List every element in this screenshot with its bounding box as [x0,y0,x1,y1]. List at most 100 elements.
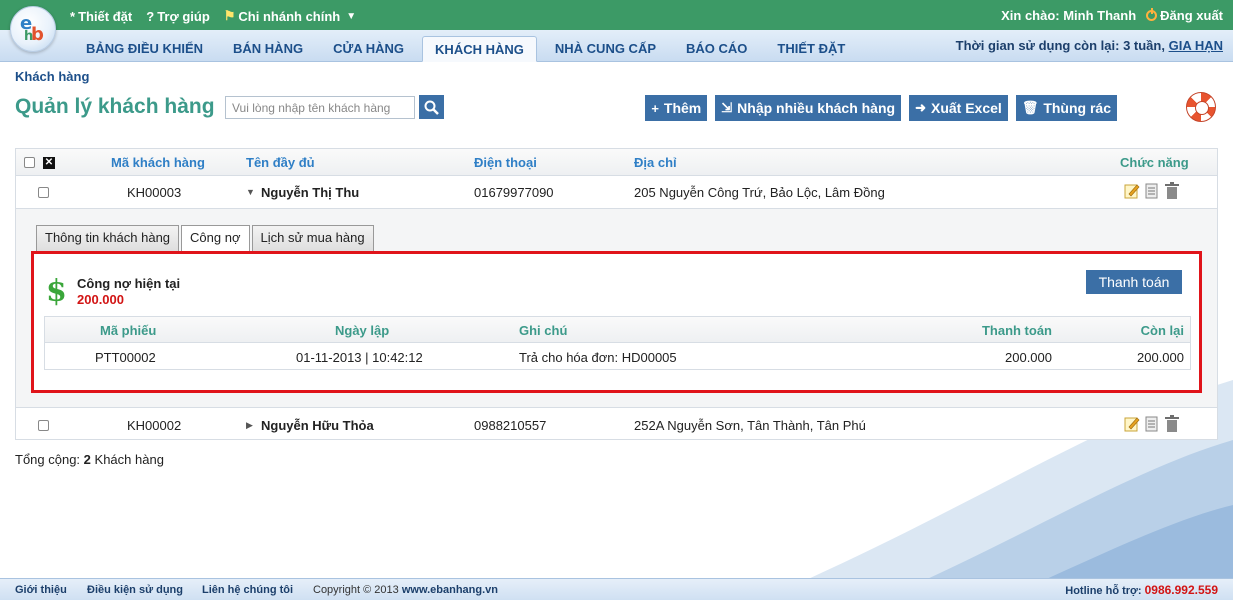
tab-store[interactable]: CỬA HÀNG [321,36,416,62]
import-icon: ⇲ [721,100,733,115]
lifebuoy-help-icon[interactable] [1186,92,1216,122]
star-icon: * [70,8,76,24]
current-debt-label: Công nợ hiện tại [77,276,181,291]
debt-row: PTT00002 01-11-2013 | 10:42:12 Trả cho h… [45,344,1190,370]
table-row[interactable]: KH00003 ▼ Nguyễn Thị Thu 01679977090 205… [16,176,1217,208]
tab-dashboard[interactable]: BẢNG ĐIỀU KHIỂN [74,36,215,62]
remaining-time: Thời gian sử dụng còn lại: 3 tuần, GIA H… [955,38,1223,53]
footer-about-link[interactable]: Giới thiệu [15,584,67,596]
print-icon[interactable] [1144,415,1160,433]
tab-customer-info[interactable]: Thông tin khách hàng [36,225,180,251]
export-icon: ➜ [915,100,926,115]
trash-button[interactable]: 🗑 Thùng rác [1015,95,1117,121]
header-date: Ngày lập [335,323,390,338]
edit-icon[interactable] [1124,415,1140,433]
question-icon: ? [146,8,155,24]
search-input[interactable] [225,96,415,119]
header-code[interactable]: Mã khách hàng [111,155,205,170]
copyright: Copyright © 2013 www.ebanhang.vn [313,584,498,596]
debt-table-header: Mã phiếu Ngày lập Ghi chú Thanh toán Còn… [45,317,1190,343]
customer-name[interactable]: Nguyễn Thị Thu [261,185,359,200]
plus-icon: + [651,100,659,116]
power-icon [1146,8,1158,21]
tab-sales[interactable]: BÁN HÀNG [221,36,315,62]
tab-debt[interactable]: Công nợ [181,225,250,252]
expand-arrow-icon[interactable]: ▶ [246,420,253,431]
header-name[interactable]: Tên đầy đủ [246,155,315,170]
row-checkbox[interactable] [38,187,49,198]
customer-code: KH00002 [127,418,182,433]
debt-section: $ Công nợ hiện tại 200.000 Thanh toán Mã… [31,251,1202,393]
header-remain: Còn lại [1140,323,1184,338]
header-note: Ghi chú [519,323,568,338]
tab-reports[interactable]: BÁO CÁO [674,36,759,62]
customer-name[interactable]: Nguyễn Hữu Thỏa [261,418,374,433]
logout-link[interactable]: Đăng xuất [1146,8,1223,23]
flag-icon: ⚑ [223,8,236,23]
customer-code: KH00003 [127,185,182,200]
customer-table: ✕ Mã khách hàng Tên đầy đủ Điện thoại Đị… [15,148,1218,440]
tab-settings[interactable]: THIẾT ĐẶT [765,36,857,62]
table-header: ✕ Mã khách hàng Tên đầy đủ Điện thoại Đị… [16,149,1217,176]
customer-address: 205 Nguyễn Công Trứ, Bảo Lộc, Lâm Đồng [634,185,885,200]
logo[interactable]: ebh [10,6,56,52]
search-button[interactable] [419,95,444,119]
tab-suppliers[interactable]: NHÀ CUNG CẤP [543,36,668,62]
row-functions [1124,415,1180,433]
customer-detail-panel: Thông tin khách hàng Công nợ Lịch sử mua… [16,208,1217,408]
customer-address: 252A Nguyễn Sơn, Tân Thành, Tân Phú [634,418,866,433]
greeting: Xin chào: Minh Thanh [1001,8,1137,23]
branch-selector[interactable]: ⚑ Chi nhánh chính ▼ [224,8,356,24]
delete-icon[interactable] [1164,182,1180,200]
search-icon [424,100,439,115]
header-functions: Chức năng [1120,155,1189,170]
detail-tabs: Thông tin khách hàng Công nợ Lịch sử mua… [36,225,376,252]
settings-link[interactable]: * Thiết đặt [70,8,132,24]
voucher-remain: 200.000 [1137,350,1184,365]
action-toolbar: + Thêm ⇲ Nhập nhiều khách hàng ➜ Xuất Excel… [645,95,1117,121]
footer: Giới thiệu Điều kiện sử dụng Liên hệ chú… [0,578,1233,600]
debt-table: Mã phiếu Ngày lập Ghi chú Thanh toán Còn… [44,316,1191,370]
header-address[interactable]: Địa chỉ [634,155,677,170]
extend-link[interactable]: GIA HẠN [1169,38,1223,53]
row-functions [1124,182,1180,200]
help-link[interactable]: ? Trợ giúp [146,8,210,24]
collapse-arrow-icon[interactable]: ▼ [246,187,255,197]
trash-icon: 🗑 [1021,100,1039,115]
hotline: Hotline hỗ trợ: 0986.992.559 [1065,583,1218,597]
dollar-icon: $ [46,274,67,309]
breadcrumb[interactable]: Khách hàng [15,69,89,84]
add-customer-button[interactable]: + Thêm [645,95,708,121]
voucher-note: Trả cho hóa đơn: HD00005 [519,350,677,365]
delete-icon[interactable] [1164,415,1180,433]
user-area: Xin chào: Minh Thanh Đăng xuất [1001,8,1223,23]
main-nav: BẢNG ĐIỀU KHIỂN BÁN HÀNG CỬA HÀNG KHÁCH … [0,30,1233,62]
import-customers-button[interactable]: ⇲ Nhập nhiều khách hàng [715,95,902,121]
tab-customers[interactable]: KHÁCH HÀNG [422,36,537,62]
header-phone[interactable]: Điện thoại [474,155,537,170]
customer-phone: 01679977090 [474,185,554,200]
row-checkbox[interactable] [38,420,49,431]
top-bar: ebh * Thiết đặt ? Trợ giúp ⚑ Chi nhánh c… [0,0,1233,52]
chevron-down-icon: ▼ [346,10,357,22]
table-row[interactable]: KH00002 ▶ Nguyễn Hữu Thỏa 0988210557 252… [16,409,1217,441]
voucher-code: PTT00002 [95,350,156,365]
export-excel-button[interactable]: ➜ Xuất Excel [909,95,1008,121]
top-links: * Thiết đặt ? Trợ giúp ⚑ Chi nhánh chính… [70,8,356,24]
current-debt-value: 200.000 [77,292,124,307]
total-count: Tổng cộng: 2 Khách hàng [15,452,164,467]
page-title: Quản lý khách hàng [15,95,215,118]
voucher-date: 01-11-2013 | 10:42:12 [296,350,423,365]
tab-purchase-history[interactable]: Lịch sử mua hàng [251,225,374,251]
delete-selected-icon[interactable]: ✕ [43,157,55,169]
edit-icon[interactable] [1124,182,1140,200]
header-voucher: Mã phiếu [100,323,157,338]
pay-button[interactable]: Thanh toán [1086,270,1182,294]
print-icon[interactable] [1144,182,1160,200]
voucher-paid: 200.000 [1005,350,1052,365]
header-paid: Thanh toán [981,323,1052,338]
customer-phone: 0988210557 [474,418,547,433]
footer-contact-link[interactable]: Liên hệ chúng tôi [202,584,293,596]
footer-terms-link[interactable]: Điều kiện sử dụng [87,584,183,596]
select-all-checkbox[interactable] [24,157,35,168]
